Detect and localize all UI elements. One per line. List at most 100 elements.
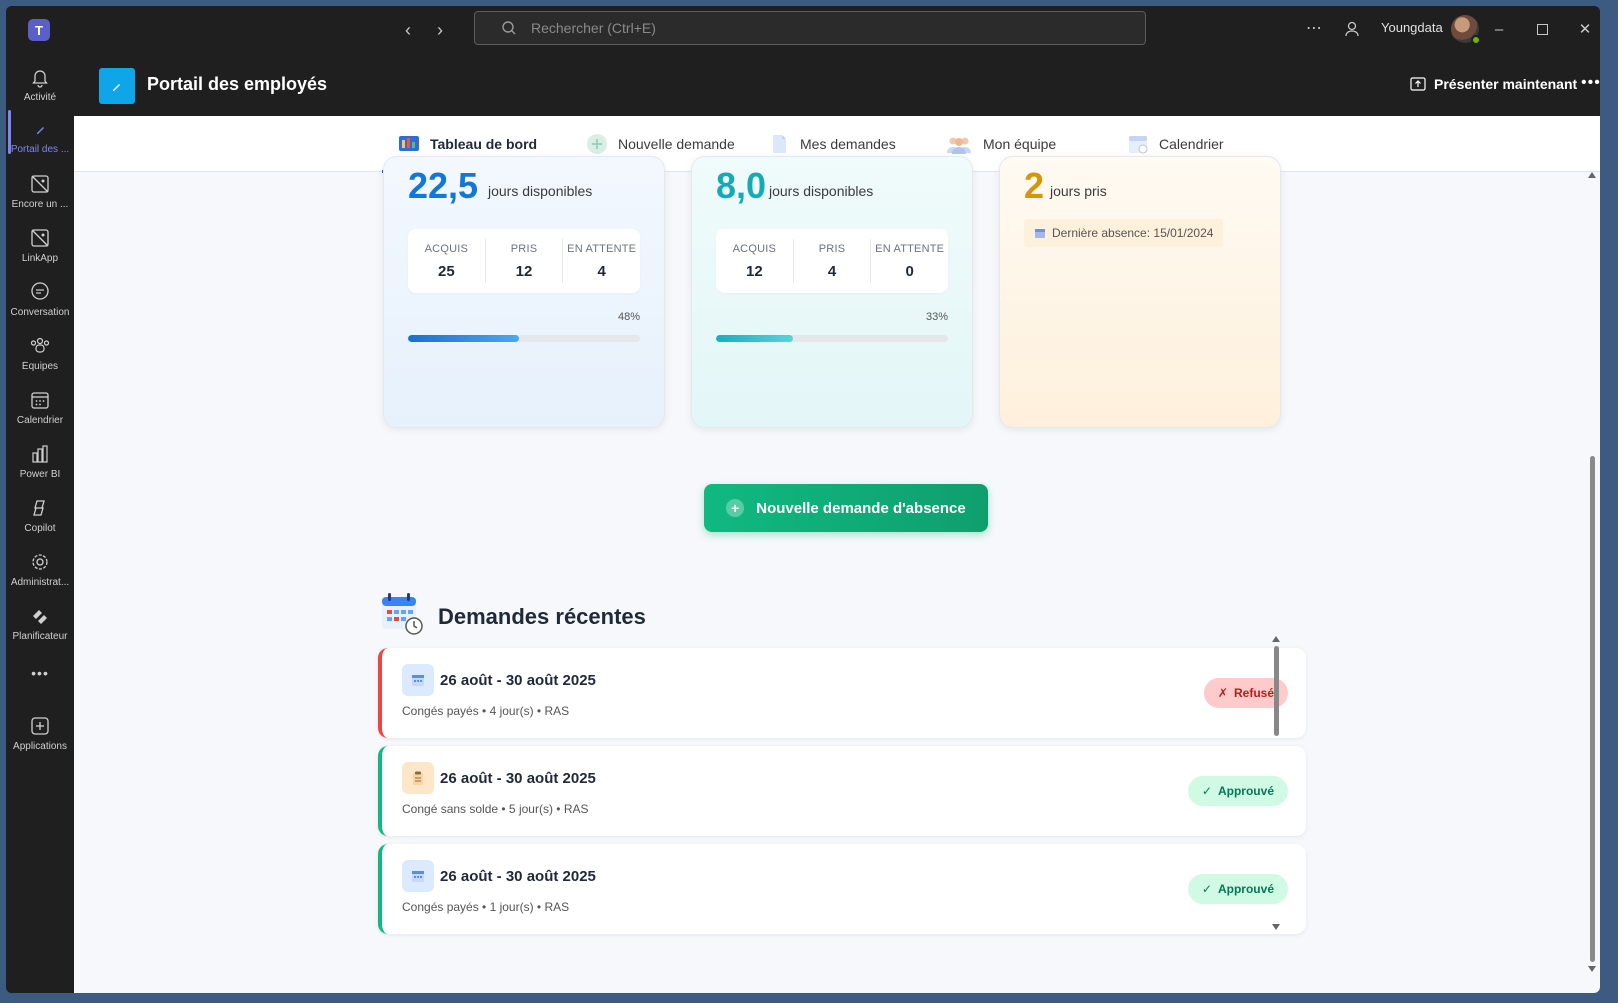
status-label: Refusé xyxy=(1233,686,1274,700)
rail-item-teams[interactable]: Équipes xyxy=(6,331,74,383)
progress-fill xyxy=(716,335,793,342)
present-now-button[interactable]: Présenter maintenant xyxy=(1410,76,1577,92)
more-options-icon[interactable]: ⋯ xyxy=(1306,18,1323,38)
back-arrow-icon[interactable]: ‹ xyxy=(398,20,418,40)
tab-label: Mes demandes xyxy=(800,136,896,152)
calendar-icon xyxy=(1129,136,1148,154)
main-content: Tableau de bord Nouvelle demande Mes dem… xyxy=(74,116,1600,993)
page-scrollbar[interactable] xyxy=(1586,172,1598,972)
rail-label: Calendrier xyxy=(16,415,64,426)
app-placeholder-icon xyxy=(31,229,49,247)
days-taken-unit: jours pris xyxy=(1050,183,1107,199)
header-more-icon[interactable]: ••• xyxy=(1581,74,1600,92)
tab-label: Tableau de bord xyxy=(430,136,538,152)
plus-icon: + xyxy=(726,499,745,517)
close-icon[interactable]: ✕ xyxy=(1575,19,1595,39)
search-icon xyxy=(502,21,516,35)
stat-taken: PRIS 4 xyxy=(794,239,872,283)
balance-breakdown: ACQUIS 12 PRIS 4 EN ATTENTE 0 xyxy=(716,229,948,293)
rail-item-activity[interactable]: Activité xyxy=(6,62,74,114)
user-name[interactable]: Youngdata xyxy=(1381,20,1443,35)
stat-value: 4 xyxy=(827,262,837,280)
app-rail: Activité Portail des ... Encore un ... L… xyxy=(6,52,74,993)
add-icon xyxy=(587,134,607,154)
edit-icon xyxy=(37,127,44,134)
calendar-clock-icon xyxy=(382,593,423,635)
search-input[interactable] xyxy=(531,12,1131,44)
leave-balance-card: 22,5 jours disponibles ACQUIS 25 PRIS 12 E… xyxy=(383,156,665,428)
stat-acquired: ACQUIS 12 xyxy=(716,239,794,283)
status-label: Approuvé xyxy=(1217,784,1274,798)
stat-pending: EN ATTENTE 4 xyxy=(563,239,640,283)
rail-item-calendar[interactable]: Calendrier xyxy=(6,385,74,437)
present-now-label: Présenter maintenant xyxy=(1434,76,1578,92)
stat-taken: PRIS 12 xyxy=(486,239,564,283)
portal-app-icon xyxy=(99,68,135,104)
request-details: Congés payés • 4 jour(s) • RAS xyxy=(402,704,570,718)
stat-label: EN ATTENTE xyxy=(567,242,637,255)
tab-label: Calendrier xyxy=(1159,136,1224,152)
days-available-unit: jours disponibles xyxy=(769,183,874,199)
rail-item-admin[interactable]: Administrat... xyxy=(6,547,74,599)
rail-label: Équipes xyxy=(21,361,59,372)
refused-icon: ✗ xyxy=(1217,686,1228,700)
rail-label: Administrat... xyxy=(10,577,70,588)
copilot-icon xyxy=(33,500,45,516)
calendar-icon xyxy=(1035,229,1045,238)
status-label: Approuvé xyxy=(1217,882,1274,896)
app-header: Portail des employés Présenter maintenan… xyxy=(74,52,1600,116)
rail-label: Planificateur xyxy=(12,631,68,642)
stat-label: ACQUIS xyxy=(424,242,469,255)
team-icon xyxy=(947,137,971,154)
stat-value: 0 xyxy=(905,262,914,280)
list-scrollbar[interactable] xyxy=(1271,636,1281,930)
stat-label: ACQUIS xyxy=(732,242,777,255)
list-item[interactable]: 26 août - 30 août 2025 Congés payés • 1 … xyxy=(378,844,1306,934)
chart-icon xyxy=(32,445,48,463)
rail-label: Copilot xyxy=(24,523,56,534)
rail-item-powerbi[interactable]: Power BI xyxy=(6,439,74,491)
title-bar: T ‹ › ⋯ Youngdata – ✕ xyxy=(6,6,1600,52)
rail-item-portal[interactable]: Portail des ... xyxy=(6,114,74,166)
calendar-icon xyxy=(31,392,49,409)
new-absence-request-button[interactable]: + Nouvelle demande d'absence xyxy=(704,484,988,532)
teams-logo-icon: T xyxy=(28,19,50,41)
search-box[interactable] xyxy=(474,11,1146,45)
presence-status-icon xyxy=(1471,35,1481,45)
document-icon xyxy=(773,135,786,153)
rail-label: LinkApp xyxy=(21,253,59,264)
more-icon: ••• xyxy=(31,665,49,681)
request-dates: 26 août - 30 août 2025 xyxy=(440,868,596,885)
recent-requests-title: Demandes récentes xyxy=(438,604,646,629)
usage-progress-bar xyxy=(408,335,640,342)
rail-item-copilot[interactable]: Copilot xyxy=(6,493,74,545)
page-title: Portail des employés xyxy=(147,74,328,94)
days-available-unit: jours disponibles xyxy=(488,183,593,199)
tab-label: Nouvelle demande xyxy=(618,136,735,152)
forward-arrow-icon[interactable]: › xyxy=(430,20,450,40)
rail-item-linkapp[interactable]: LinkApp xyxy=(6,223,74,275)
rail-label: Activité xyxy=(23,92,57,103)
rail-item-app-one[interactable]: Encore un ... xyxy=(6,169,74,221)
stat-value: 12 xyxy=(745,262,763,280)
rail-item-chat[interactable]: Conversation xyxy=(6,277,74,329)
people-icon[interactable] xyxy=(1343,19,1363,39)
check-icon: ✓ xyxy=(1201,784,1212,798)
rail-more[interactable]: ••• xyxy=(6,661,74,689)
request-dates: 26 août - 30 août 2025 xyxy=(440,770,596,787)
stat-acquired: ACQUIS 25 xyxy=(408,239,486,283)
stat-value: 12 xyxy=(515,262,533,280)
stat-pending: EN ATTENTE 0 xyxy=(871,239,948,283)
rail-item-planner[interactable]: Planificateur xyxy=(6,601,74,653)
list-item[interactable]: 26 août - 30 août 2025 Congés payés • 4 … xyxy=(378,648,1306,738)
rail-item-apps[interactable]: Applications xyxy=(6,711,74,763)
request-details: Congés payés • 1 jour(s) • RAS xyxy=(402,900,570,914)
minimize-icon[interactable]: – xyxy=(1489,19,1509,39)
request-dates: 26 août - 30 août 2025 xyxy=(440,672,596,689)
planner-icon xyxy=(33,610,47,624)
stat-label: PRIS xyxy=(510,242,538,255)
stat-value: 4 xyxy=(597,262,606,280)
rail-label: Portail des ... xyxy=(10,144,70,155)
maximize-icon[interactable] xyxy=(1532,19,1552,39)
list-item[interactable]: 26 août - 30 août 2025 Congé sans solde … xyxy=(378,746,1306,836)
